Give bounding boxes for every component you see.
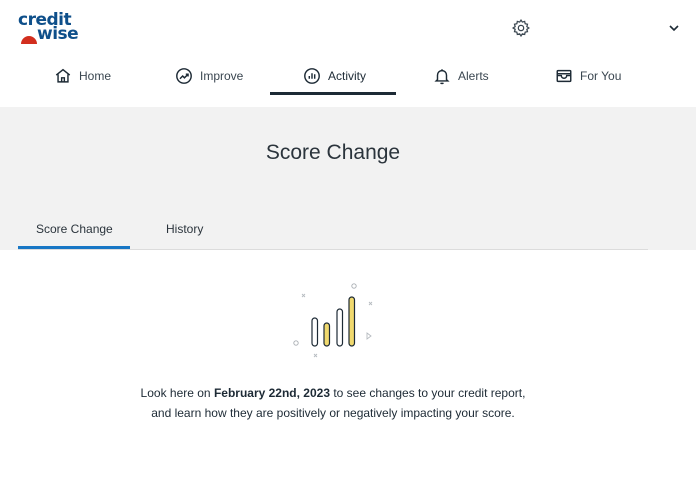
nav-item-activity[interactable]: Activity: [303, 56, 366, 96]
nav-label: Activity: [328, 69, 367, 83]
nav-label: Alerts: [458, 69, 489, 83]
nav-label: Home: [79, 69, 112, 83]
nav-item-for-you[interactable]: For You: [555, 56, 621, 96]
trending-up-icon: [176, 68, 192, 84]
bar-chart-illustration: [293, 283, 373, 358]
empty-state-message: Look here on February 22nd, 2023 to see …: [0, 383, 666, 423]
bar-chart-icon: [304, 68, 320, 84]
tab-divider: [18, 249, 648, 250]
main-nav: Home Improve Activity Alerts For You: [0, 56, 696, 96]
nav-item-alerts[interactable]: Alerts: [433, 56, 489, 96]
nav-item-home[interactable]: Home: [54, 56, 111, 96]
nav-label: For You: [580, 69, 622, 83]
chevron-down-icon[interactable]: [667, 21, 681, 35]
home-icon: [55, 68, 71, 83]
empty-state-text-before: Look here on: [140, 386, 214, 400]
nav-item-improve[interactable]: Improve: [175, 56, 243, 96]
gear-icon[interactable]: [511, 18, 531, 38]
nav-label: Improve: [200, 69, 244, 83]
creditwise-logo[interactable]: credit wise: [18, 12, 84, 44]
empty-state-line-1: Look here on February 22nd, 2023 to see …: [0, 383, 666, 403]
empty-state-date: February 22nd, 2023: [213, 386, 330, 400]
nav-active-indicator: [270, 92, 396, 95]
wallet-icon: [556, 69, 572, 83]
logo-arc-icon: [21, 36, 37, 44]
bell-icon: [434, 69, 450, 85]
logo-text-wise: wise: [37, 24, 79, 44]
page-title: Score Change: [265, 141, 401, 164]
tab-history[interactable]: History: [166, 222, 203, 236]
empty-state-line-2: and learn how they are positively or neg…: [151, 406, 515, 420]
empty-state-text-after: to see changes to your credit report,: [330, 386, 526, 400]
tab-score-change[interactable]: Score Change: [36, 222, 113, 236]
